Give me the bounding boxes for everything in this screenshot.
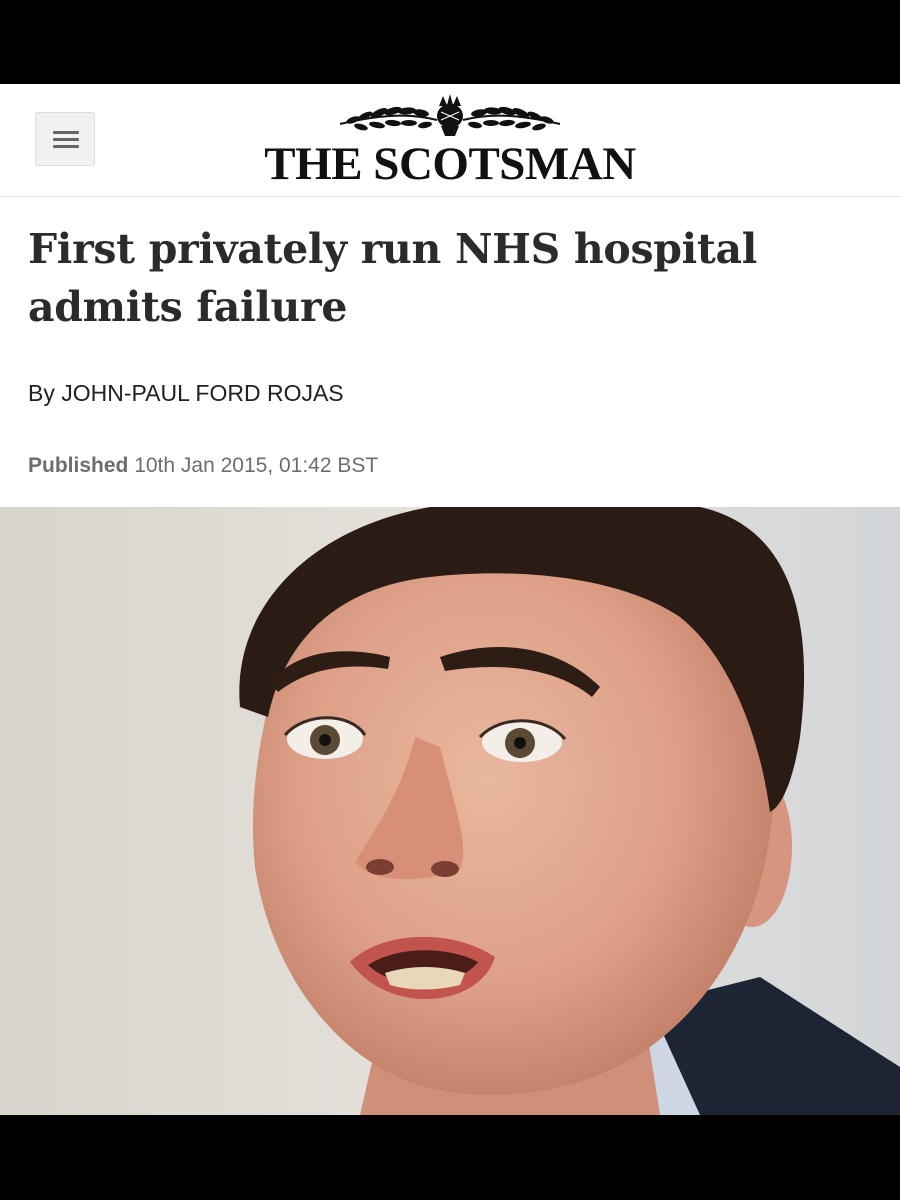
menu-icon-line [53,131,79,134]
article-byline[interactable]: By JOHN-PAUL FORD ROJAS [28,380,344,407]
menu-icon-line [53,138,79,141]
published-date: 10th Jan 2015, 01:42 BST [134,454,379,477]
article-page: THE SCOTSMAN First privately run NHS hos… [0,84,900,1115]
portrait-photo [0,507,900,1115]
site-header: THE SCOTSMAN [0,84,900,197]
article-headline: First privately run NHS hospital admits … [28,225,758,331]
menu-button[interactable] [35,112,95,166]
published-label: Published [28,454,129,477]
article-hero-image[interactable] [0,507,900,1115]
publish-info: Published 10th Jan 2015, 01:42 BST [28,454,378,478]
masthead-title: THE SCOTSMAN [264,138,636,190]
menu-icon-line [53,145,79,148]
thistle-emblem-icon [339,94,561,136]
top-black-bar [0,0,900,84]
masthead-logo[interactable]: THE SCOTSMAN [240,92,660,192]
bottom-black-bar [0,1115,900,1200]
